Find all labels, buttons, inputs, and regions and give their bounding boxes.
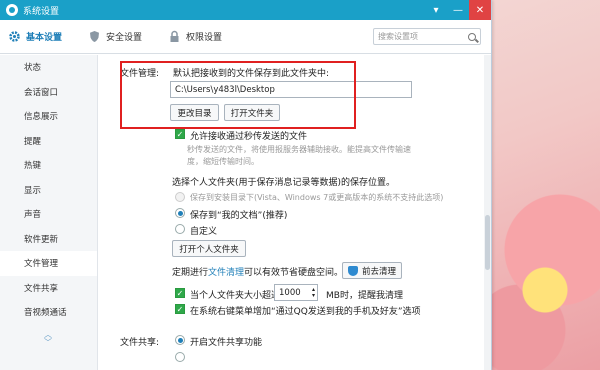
sidebar-item-label: 声音: [24, 210, 42, 221]
sidebar-item-file-management[interactable]: 文件管理: [0, 251, 97, 276]
search-placeholder: 搜索设置项: [378, 32, 418, 41]
sidebar-item-label: 显示: [24, 185, 42, 196]
size-reminder-checkbox[interactable]: ✓: [175, 288, 185, 298]
lock-icon: [168, 30, 181, 43]
highlight-box: [120, 61, 356, 129]
settings-window: 系统设置 ▾ — ✕ 基本设置 安全设置 权限设置 搜索设置项 状态 会话窗口 …: [0, 0, 492, 370]
p2p-description-line2: 度，缩短传输时间。: [187, 157, 259, 166]
cleanup-text-pre: 定期进行: [172, 268, 209, 278]
search-input[interactable]: 搜索设置项: [373, 28, 481, 45]
sidebar-item-hotkeys[interactable]: 热键: [0, 153, 97, 178]
sidebar-item-label: 会话窗口: [24, 87, 59, 98]
tab-label: 安全设置: [106, 33, 143, 43]
cleanup-button[interactable]: 前去清理: [342, 262, 402, 279]
tab-security-settings[interactable]: 安全设置: [88, 30, 142, 43]
tab-permission-settings[interactable]: 权限设置: [168, 30, 222, 43]
sidebar-item-label: 状态: [24, 63, 42, 74]
cleanup-text-post: 可以有效节省硬盘空间。: [244, 268, 344, 278]
allow-p2p-checkbox[interactable]: ✓: [175, 129, 185, 139]
sidebar-item-label: 信息展示: [24, 112, 59, 123]
window-title: 系统设置: [23, 6, 60, 17]
size-reminder-post: MB时，提醒我清理: [326, 291, 403, 301]
file-cleanup-link[interactable]: 文件清理: [208, 268, 244, 278]
sidebar-item-info-display[interactable]: 信息展示: [0, 104, 97, 129]
sidebar-item-reminders[interactable]: 提醒: [0, 129, 97, 154]
sidebar-item-label: 文件管理: [24, 259, 59, 270]
sidebar-item-sound[interactable]: 声音: [0, 202, 97, 227]
right-click-menu-checkbox[interactable]: ✓: [175, 304, 185, 314]
scrollbar-thumb[interactable]: [485, 215, 490, 270]
size-limit-value: 1000: [279, 287, 301, 298]
sidebar-item-chat-window[interactable]: 会话窗口: [0, 80, 97, 105]
radio-file-share-option2[interactable]: [175, 352, 185, 362]
option-install-dir-label: 保存到安装目录下(Vista、Windows 7或更高版本的系统不支持此选项): [190, 193, 444, 202]
enable-file-share-label: 开启文件共享功能: [190, 338, 263, 348]
sidebar-scroll-arrows[interactable]: ︿ ﹀: [44, 331, 52, 347]
option-my-documents-label: 保存到“我的文档”(推荐): [190, 211, 288, 221]
section-label-file-share: 文件共享:: [120, 338, 160, 348]
sidebar-item-display[interactable]: 显示: [0, 178, 97, 203]
p2p-description-line1: 秒传发送的文件，将使用报服务器辅助接收。能提高文件传输速: [187, 145, 411, 154]
tab-bar: 基本设置 安全设置 权限设置 搜索设置项: [0, 20, 491, 54]
shield-check-icon: [347, 265, 358, 276]
tab-label: 基本设置: [26, 33, 63, 43]
sidebar-item-label: 提醒: [24, 136, 42, 147]
radio-my-documents[interactable]: [175, 208, 185, 218]
open-personal-folder-button[interactable]: 打开个人文件夹: [172, 240, 246, 257]
sidebar: 状态 会话窗口 信息展示 提醒 热键 显示 声音 软件更新 文件管理 文件共享 …: [0, 55, 98, 370]
option-custom-label: 自定义: [190, 227, 218, 237]
spin-arrows-icon[interactable]: ▴ ▾: [312, 286, 315, 299]
shield-icon: [88, 30, 101, 43]
size-reminder-pre: 当个人文件夹大小超过: [190, 291, 281, 301]
cleanup-button-label: 前去清理: [361, 266, 396, 277]
skin-icon[interactable]: ▾: [425, 0, 447, 20]
title-bar: 系统设置 ▾ — ✕: [0, 0, 491, 20]
sidebar-item-software-update[interactable]: 软件更新: [0, 227, 97, 252]
sidebar-item-file-sharing[interactable]: 文件共享: [0, 276, 97, 301]
sidebar-item-label: 软件更新: [24, 234, 59, 245]
close-button[interactable]: ✕: [469, 0, 491, 20]
size-limit-input[interactable]: 1000 ▴ ▾: [274, 284, 318, 301]
allow-p2p-label: 允许接收通过秒传发送的文件: [190, 132, 308, 142]
search-icon: [468, 32, 476, 41]
tab-label: 权限设置: [186, 33, 223, 43]
gear-icon: [8, 30, 21, 43]
radio-custom[interactable]: [175, 224, 185, 234]
tab-basic-settings[interactable]: 基本设置: [8, 30, 62, 43]
sidebar-item-label: 热键: [24, 161, 42, 172]
sidebar-item-label: 音视频通话: [24, 308, 67, 319]
sidebar-item-label: 文件共享: [24, 283, 59, 294]
chevron-down-icon[interactable]: ﹀: [44, 338, 52, 347]
radio-enable-file-share[interactable]: [175, 335, 185, 345]
sidebar-item-status[interactable]: 状态: [0, 55, 97, 80]
sidebar-item-av-call[interactable]: 音视频通话: [0, 300, 97, 325]
radio-install-dir: [175, 192, 185, 202]
qq-logo-icon: [6, 4, 18, 16]
scrollbar-track[interactable]: [484, 55, 491, 370]
minimize-button[interactable]: —: [447, 0, 469, 20]
right-click-menu-label: 在系统右键菜单增加“通过QQ发送到我的手机及好友”选项: [190, 307, 421, 317]
personal-folder-title: 选择个人文件夹(用于保存消息记录等数据)的保存位置。: [172, 178, 396, 188]
cleanup-text: 定期进行文件清理可以有效节省硬盘空间。: [172, 265, 343, 278]
